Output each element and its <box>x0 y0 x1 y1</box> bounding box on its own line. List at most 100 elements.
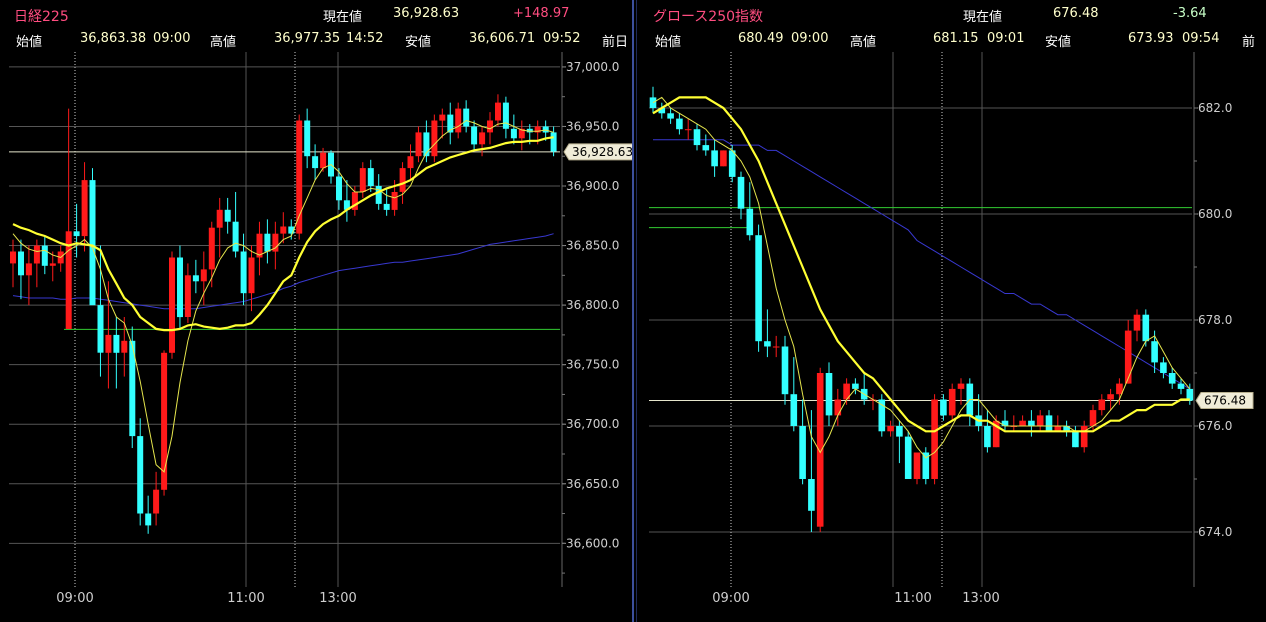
candle-body <box>816 373 824 527</box>
candle-body <box>455 108 462 133</box>
candle-body <box>1160 362 1167 373</box>
candle-body <box>852 383 859 389</box>
candle-body <box>431 120 438 157</box>
high-label: 高値 <box>850 35 877 50</box>
candle-body <box>1098 399 1106 411</box>
prev-label: 前 <box>1242 35 1256 50</box>
candle-body <box>667 113 674 119</box>
high-label: 高値 <box>210 35 237 50</box>
current-value: 36,928.63 <box>393 6 460 21</box>
candle-body <box>940 399 947 416</box>
low-value: 673.93 <box>1128 31 1174 46</box>
y-tick-label: 678.0 <box>1198 313 1232 327</box>
candle-body <box>931 399 938 479</box>
y-tick-label: 36,750.0 <box>566 358 619 372</box>
low-value: 36,606.71 <box>469 31 536 46</box>
candle-body <box>145 513 152 526</box>
quote-row: グロース250指数 現在値 676.48 -3.64 <box>637 3 1266 25</box>
candle-body <box>153 489 160 514</box>
candle-body <box>208 227 215 270</box>
candle-body <box>1045 415 1053 432</box>
x-tick-label: 13:00 <box>319 591 356 606</box>
index-title: 日経225 <box>14 9 69 25</box>
candle-body <box>702 145 710 151</box>
candle-body <box>728 150 736 177</box>
candle-body <box>336 176 342 201</box>
low-time: 09:52 <box>543 31 581 46</box>
moving-average-fast <box>652 96 1191 459</box>
high-value: 36,977.35 <box>274 31 341 46</box>
candle-body <box>957 383 965 389</box>
y-tick-label: 36,800.0 <box>566 298 619 312</box>
open-value: 36,863.38 <box>80 31 147 46</box>
candle-body <box>781 346 789 395</box>
y-tick-label: 37,000.0 <box>566 60 619 74</box>
candle-body <box>913 452 921 479</box>
candle-body <box>192 275 199 282</box>
open-time: 09:00 <box>791 31 829 46</box>
candle-body <box>799 426 806 479</box>
candle-body <box>25 263 32 276</box>
candle-body <box>887 426 894 432</box>
y-tick-label: 682.0 <box>1198 101 1232 115</box>
candle-body <box>746 208 754 236</box>
candle-body <box>904 436 912 479</box>
nikkei225-chart[interactable]: 37,000.0 36,950.0 36,900.0 36,850.0 36,800.0… <box>0 0 632 622</box>
candle-body <box>1036 415 1044 426</box>
current-label: 現在値 <box>323 10 363 25</box>
candle-body <box>391 192 398 210</box>
candle-body <box>693 129 701 146</box>
candle-body <box>41 245 48 266</box>
candle-body <box>1019 420 1026 426</box>
growth250-chart[interactable]: 682.0 680.0 678.0 676.0 674.0 09:00 11:00 13:00… <box>637 0 1266 622</box>
candle-body <box>216 209 223 228</box>
candle-body <box>463 108 470 127</box>
candle-body <box>542 126 549 133</box>
candle-body <box>399 168 406 192</box>
x-tick-label: 09:00 <box>56 591 93 606</box>
open-label: 始値 <box>655 35 682 50</box>
candle-body <box>790 394 798 426</box>
candle-body <box>495 102 501 121</box>
low-label: 安値 <box>405 35 432 50</box>
candle-body <box>984 426 991 448</box>
low-time: 09:54 <box>1182 31 1220 46</box>
prev-label: 前日 <box>602 35 629 50</box>
candle-body <box>439 114 446 121</box>
candle-body <box>896 426 903 437</box>
candle-body <box>97 305 104 353</box>
candle-body <box>1142 314 1150 342</box>
candle-body <box>312 156 319 169</box>
candle-body <box>1072 431 1079 448</box>
candle-body <box>113 334 120 353</box>
x-tick-label: 09:00 <box>712 591 749 606</box>
current-price-tag-label: 676.48 <box>1204 394 1246 408</box>
candle-body <box>89 180 96 306</box>
candle-body <box>359 168 366 192</box>
candle-body <box>1001 420 1009 426</box>
candle-body <box>184 275 191 317</box>
candle-body <box>33 245 40 264</box>
candle-body <box>1168 373 1176 384</box>
candle-body <box>73 231 80 237</box>
candle-body <box>1080 426 1088 448</box>
candle-body <box>1028 420 1035 426</box>
high-time: 09:01 <box>987 31 1025 46</box>
high-value: 681.15 <box>933 31 979 46</box>
candle-body <box>711 150 718 167</box>
candle-body <box>772 346 780 348</box>
candle-body <box>264 233 271 252</box>
candle-body <box>825 373 833 416</box>
candle-body <box>948 388 956 416</box>
candle-body <box>684 129 692 131</box>
candle-body <box>471 126 478 145</box>
candle-body <box>550 132 557 152</box>
candle-body <box>834 399 842 416</box>
x-tick-label: 11:00 <box>894 591 931 606</box>
current-label: 現在値 <box>963 10 1003 25</box>
candle-body <box>1089 410 1097 426</box>
candle-body <box>676 118 683 130</box>
index-title: グロース250指数 <box>653 9 764 25</box>
candle-body <box>479 132 486 145</box>
open-label: 始値 <box>16 35 43 50</box>
